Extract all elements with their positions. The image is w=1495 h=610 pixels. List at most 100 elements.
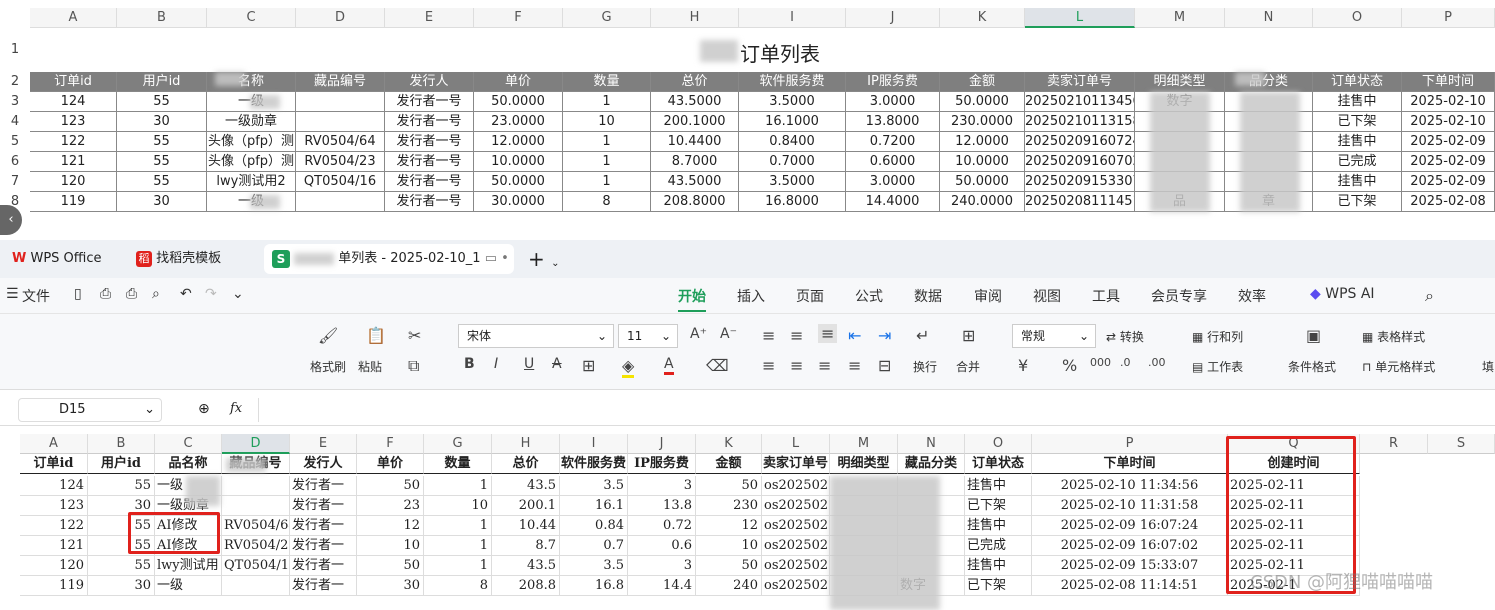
data-cell[interactable]: 发行者一号: [385, 192, 474, 212]
column-header-d[interactable]: D: [296, 8, 385, 28]
data-cell[interactable]: 12: [357, 516, 424, 536]
data-cell[interactable]: 0.72: [628, 516, 696, 536]
column-header-j[interactable]: J: [628, 434, 696, 454]
align-left-icon[interactable]: ≡: [762, 356, 775, 375]
data-cell[interactable]: 50.0000: [940, 92, 1025, 112]
column-header-o[interactable]: O: [1313, 8, 1402, 28]
data-cell[interactable]: 55: [88, 556, 155, 576]
wrap-label[interactable]: 换行: [913, 358, 937, 375]
underline-icon[interactable]: U: [524, 356, 534, 372]
data-cell[interactable]: 已完成: [965, 536, 1032, 556]
data-cell[interactable]: 2025-02-10 11:34:56: [1032, 476, 1228, 496]
thousands-icon[interactable]: 000: [1090, 356, 1111, 369]
data-cell[interactable]: 3: [628, 476, 696, 496]
data-cell[interactable]: 123: [20, 496, 88, 516]
data-cell[interactable]: 1: [424, 476, 492, 496]
data-cell[interactable]: 30: [117, 192, 207, 212]
data-cell[interactable]: 208.8000: [651, 192, 739, 212]
menu-tab-9[interactable]: 效率: [1238, 286, 1266, 306]
column-header-o[interactable]: O: [965, 434, 1032, 454]
column-header-g[interactable]: G: [563, 8, 651, 28]
data-cell[interactable]: 0.84: [560, 516, 628, 536]
data-cell[interactable]: 挂售中: [965, 476, 1032, 496]
data-cell[interactable]: 50.0000: [474, 92, 563, 112]
print-preview-icon[interactable]: ⌕: [152, 286, 160, 302]
border-icon[interactable]: ⊞: [582, 356, 595, 375]
data-cell[interactable]: 挂售中: [1313, 172, 1402, 192]
data-cell[interactable]: 12.0000: [940, 132, 1025, 152]
data-cell[interactable]: 13.8: [628, 496, 696, 516]
column-header-l[interactable]: L: [1025, 8, 1135, 28]
data-cell[interactable]: 2025-02-10: [1402, 112, 1495, 132]
cond-format-label[interactable]: 条件格式: [1288, 358, 1336, 375]
align-center-icon[interactable]: ≡: [790, 356, 803, 375]
data-cell[interactable]: [296, 92, 385, 112]
rows-cols-button[interactable]: ▦ 行和列: [1192, 328, 1243, 345]
indent-decrease-icon[interactable]: ⇤: [848, 326, 861, 345]
clear-format-icon[interactable]: ⌫: [706, 356, 729, 375]
data-cell[interactable]: 30: [117, 112, 207, 132]
data-cell[interactable]: 2025-02-10 11:31:58: [1032, 496, 1228, 516]
data-cell[interactable]: 3.0000: [846, 172, 940, 192]
data-cell[interactable]: 55: [117, 92, 207, 112]
data-cell[interactable]: 124: [20, 476, 88, 496]
column-header-d[interactable]: D: [222, 434, 290, 454]
search-icon[interactable]: ⌕: [1425, 286, 1434, 306]
data-cell[interactable]: 1: [424, 516, 492, 536]
data-cell[interactable]: QT0504/16: [222, 556, 290, 576]
data-cell[interactable]: 2025-02-08 11:14:51: [1032, 576, 1228, 596]
data-cell[interactable]: 55: [117, 132, 207, 152]
column-header-e[interactable]: E: [385, 8, 474, 28]
data-cell[interactable]: 12: [696, 516, 762, 536]
percent-icon[interactable]: %: [1062, 356, 1077, 375]
data-cell[interactable]: 发行者一: [290, 576, 357, 596]
column-header-h[interactable]: H: [651, 8, 739, 28]
data-cell[interactable]: 8: [563, 192, 651, 212]
data-cell[interactable]: 43.5000: [651, 92, 739, 112]
data-cell[interactable]: 10.0000: [940, 152, 1025, 172]
paste-icon[interactable]: 📋: [366, 326, 386, 345]
save-icon[interactable]: ▯: [74, 286, 82, 302]
bold-icon[interactable]: B: [464, 356, 475, 372]
data-cell[interactable]: 一级: [155, 576, 222, 596]
copy-icon[interactable]: ⧉: [408, 356, 419, 376]
data-cell[interactable]: 8.7000: [651, 152, 739, 172]
data-cell[interactable]: 50: [357, 476, 424, 496]
fill-color-icon[interactable]: ◈: [622, 356, 635, 378]
data-cell[interactable]: 2025-02-09 16:07:24: [1032, 516, 1228, 536]
font-color-icon[interactable]: A: [664, 356, 674, 375]
cut-icon[interactable]: ✂: [408, 326, 421, 345]
column-header-m[interactable]: M: [1135, 8, 1225, 28]
merge-icon[interactable]: ⊞: [962, 326, 975, 345]
print-icon[interactable]: ⎙: [126, 286, 137, 302]
data-cell[interactable]: 3.5000: [739, 92, 846, 112]
data-cell[interactable]: 发行者一: [290, 556, 357, 576]
data-cell[interactable]: 已完成: [1313, 152, 1402, 172]
data-cell[interactable]: 0.6000: [846, 152, 940, 172]
data-cell[interactable]: 头像（pfp）测: [207, 132, 296, 152]
data-cell[interactable]: 50.0000: [474, 172, 563, 192]
column-header-n[interactable]: N: [1225, 8, 1313, 28]
data-cell[interactable]: 2025-02-09 16:07:02: [1032, 536, 1228, 556]
menu-tab-5[interactable]: 审阅: [974, 286, 1002, 306]
data-cell[interactable]: 3.5: [560, 476, 628, 496]
new-tab-button[interactable]: + ⌄: [520, 244, 560, 274]
decrease-decimal-icon[interactable]: .00: [1148, 356, 1166, 369]
data-cell[interactable]: 0.7: [560, 536, 628, 556]
data-cell[interactable]: 2025-02-09: [1402, 132, 1495, 152]
tab-sheet-active[interactable]: S 单列表 - 2025-02-10_1 ▭ •: [264, 244, 514, 274]
file-menu[interactable]: 文件: [22, 286, 50, 306]
data-cell[interactable]: 30: [357, 576, 424, 596]
zoom-icon[interactable]: ⊕: [198, 401, 210, 417]
column-header-r[interactable]: R: [1360, 434, 1428, 454]
align-bottom-icon[interactable]: ≡: [818, 324, 838, 343]
data-cell[interactable]: 50: [696, 556, 762, 576]
data-cell[interactable]: 2025-02-10: [1402, 92, 1495, 112]
data-cell[interactable]: 122: [30, 132, 117, 152]
data-cell[interactable]: 10: [696, 536, 762, 556]
column-header-f[interactable]: F: [474, 8, 563, 28]
data-cell[interactable]: 8: [424, 576, 492, 596]
data-cell[interactable]: 119: [30, 192, 117, 212]
strikethrough-icon[interactable]: A: [552, 356, 562, 372]
data-cell[interactable]: RV0504/23: [222, 536, 290, 556]
